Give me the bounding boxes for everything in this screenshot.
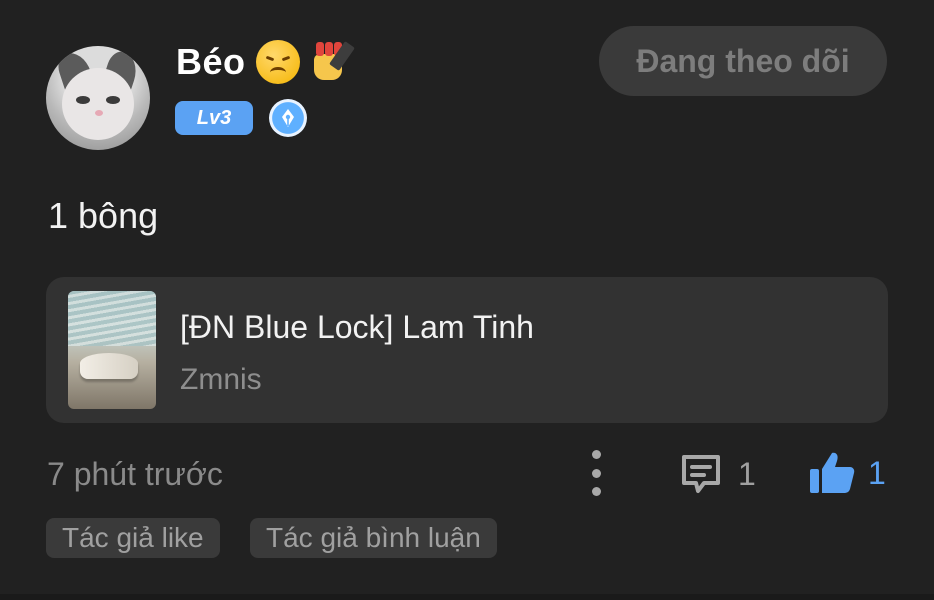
- author-commented-tag: Tác giả bình luận: [250, 518, 497, 558]
- comment-button[interactable]: 1: [678, 450, 756, 498]
- author-liked-tag: Tác giả like: [46, 518, 220, 558]
- username[interactable]: Béo: [176, 40, 355, 84]
- thumbs-up-icon: [810, 452, 855, 493]
- level-badge: Lv3: [175, 101, 253, 135]
- avatar[interactable]: [46, 46, 150, 150]
- like-button[interactable]: 1: [808, 448, 886, 498]
- avatar-eye-left: [76, 96, 90, 104]
- post-card: Béo Lv3 Đang theo dõi 1 bông [ĐN Blue Lo…: [0, 0, 934, 600]
- comment-count: 1: [738, 455, 756, 492]
- book-title: [ĐN Blue Lock] Lam Tinh: [180, 309, 534, 345]
- nail-polish-emoji-icon: [310, 40, 355, 84]
- more-options-icon[interactable]: [580, 450, 612, 496]
- sad-face-emoji-icon: [255, 40, 300, 84]
- linked-book-card[interactable]: [ĐN Blue Lock] Lam Tinh Zmnis: [46, 277, 888, 423]
- avatar-eye-right: [106, 96, 120, 104]
- like-count: 1: [868, 454, 886, 491]
- comment-icon: [682, 455, 720, 493]
- post-divider: [0, 594, 934, 600]
- post-timestamp: 7 phút trước: [47, 456, 223, 492]
- username-text[interactable]: Béo: [176, 41, 246, 83]
- following-button[interactable]: Đang theo dõi: [599, 26, 887, 96]
- book-cover-image: [68, 291, 156, 409]
- avatar-face: [62, 68, 134, 140]
- writer-pen-badge-icon: [269, 99, 307, 137]
- post-text: 1 bông: [48, 195, 159, 236]
- book-author: Zmnis: [180, 363, 262, 396]
- avatar-nose: [95, 110, 103, 116]
